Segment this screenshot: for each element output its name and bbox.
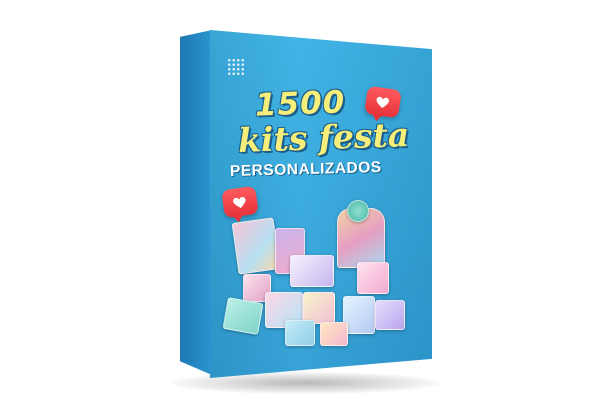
- like-heart-icon: [364, 85, 402, 119]
- party-kit-item: [290, 255, 334, 287]
- product-mockup: 1500 kits festa PERSONALIZADOS: [0, 0, 600, 400]
- party-kit-item: [231, 217, 281, 275]
- party-kit-item: [320, 322, 348, 346]
- party-kit-item: [347, 200, 369, 222]
- party-kit-item: [285, 320, 315, 346]
- party-kit-item: [222, 297, 264, 335]
- box-spine: [180, 30, 212, 375]
- party-kit-item: [357, 262, 389, 294]
- party-kit-item: [375, 300, 405, 330]
- product-title: kits festa: [237, 115, 410, 160]
- party-kit-collage: [222, 200, 415, 350]
- dot-grid-decoration: [227, 58, 245, 76]
